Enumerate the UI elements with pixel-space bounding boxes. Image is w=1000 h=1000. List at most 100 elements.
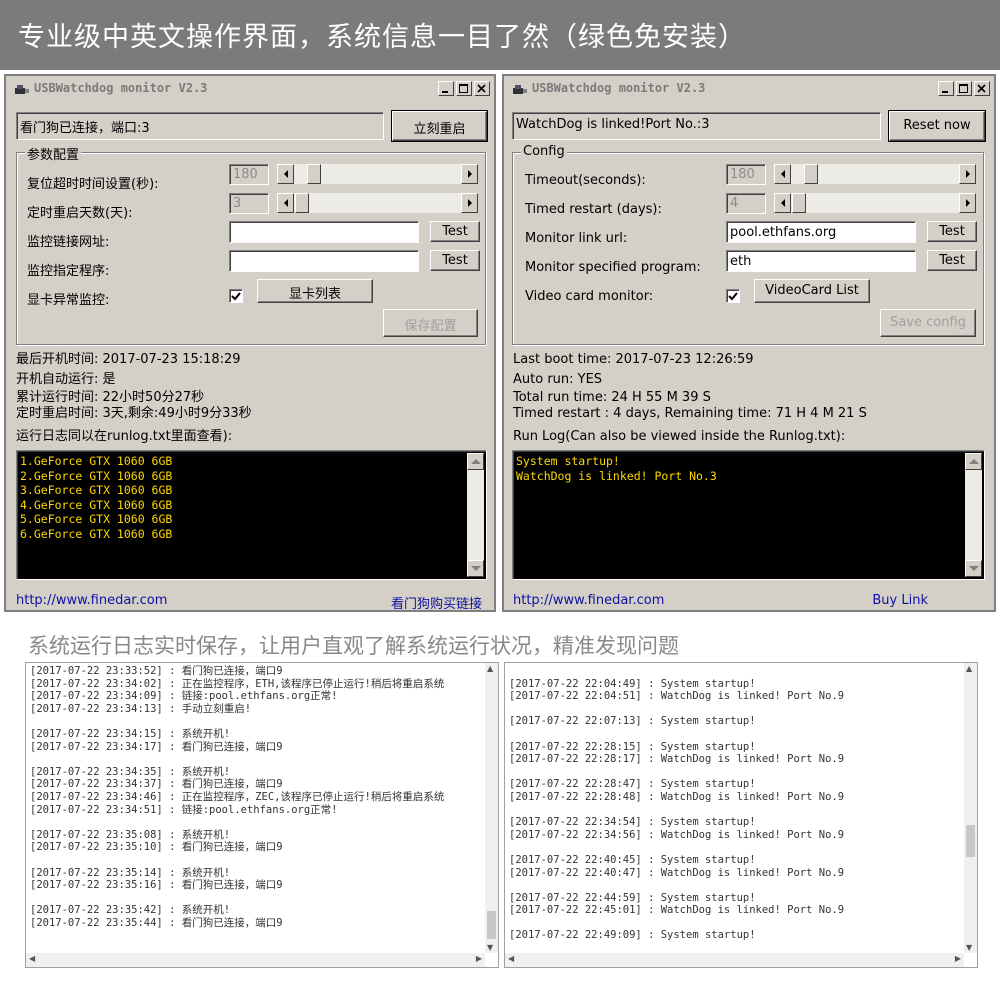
video-card-monitor-checkbox[interactable] — [229, 289, 243, 303]
run-log-console[interactable]: System startup! WatchDog is linked! Port … — [512, 450, 985, 580]
log-scrollbar[interactable]: ▲ ▼ — [964, 663, 977, 953]
log-file-view-english[interactable]: [2017-07-22 22:04:49] : System startup![… — [504, 662, 978, 968]
slider-left-arrow[interactable] — [277, 193, 294, 213]
console-scrollbar[interactable] — [467, 453, 484, 577]
checkmark-icon — [231, 292, 241, 301]
minimize-button[interactable] — [938, 81, 954, 96]
video-card-monitor-checkbox[interactable] — [726, 289, 740, 303]
arrow-up-icon[interactable]: ▲ — [966, 664, 972, 673]
monitor-program-input[interactable] — [229, 250, 419, 272]
close-button[interactable] — [974, 81, 990, 96]
slider-thumb[interactable] — [804, 164, 818, 184]
monitor-program-input[interactable]: eth — [726, 250, 916, 272]
scroll-thumb[interactable] — [966, 825, 975, 857]
maximize-button[interactable] — [956, 81, 972, 96]
log-h-scrollbar[interactable]: ◀ ▶ — [26, 953, 485, 967]
log-line: [2017-07-22 22:04:51] : WatchDog is link… — [509, 690, 845, 703]
arrow-down-icon[interactable]: ▼ — [487, 943, 493, 952]
section-heading: 系统运行日志实时保存，让用户直观了解系统运行状况，精准发现问题 — [28, 634, 679, 658]
buy-link[interactable]: Buy Link — [872, 593, 928, 608]
save-config-button[interactable]: 保存配置 — [383, 309, 478, 337]
titlebar[interactable]: USBWatchdog monitor V2.3 — [506, 78, 992, 100]
log-line: [2017-07-22 22:28:15] : System startup! — [509, 740, 756, 753]
scroll-up-arrow[interactable] — [467, 453, 484, 470]
log-line: [2017-07-22 22:07:13] : System startup! — [509, 715, 756, 728]
slider-thumb[interactable] — [295, 193, 309, 213]
checkmark-icon — [728, 292, 738, 301]
restart-days-input[interactable]: 4 — [726, 193, 766, 214]
console-scrollbar[interactable] — [965, 453, 982, 577]
arrow-left-icon — [781, 199, 785, 207]
site-link[interactable]: http://www.finedar.com — [513, 593, 664, 608]
log-line: [2017-07-22 23:35:10] : 看门狗已连接，端口9 — [30, 841, 283, 854]
minimize-button[interactable] — [438, 81, 454, 96]
test-url-button[interactable]: Test — [430, 221, 480, 242]
minimize-icon — [942, 91, 948, 93]
save-config-button[interactable]: Save config — [880, 309, 976, 337]
test-url-button[interactable]: Test — [927, 221, 977, 242]
log-line: [2017-07-22 22:40:47] : WatchDog is link… — [509, 866, 845, 879]
run-log-console[interactable]: 1.GeForce GTX 1060 6GB 2.GeForce GTX 1060… — [16, 450, 487, 580]
arrow-right-icon — [468, 199, 472, 207]
reset-now-button[interactable]: 立刻重启 — [391, 110, 488, 142]
log-line: [2017-07-22 23:34:09] : 链接:pool.ethfans.… — [30, 690, 338, 703]
slider-left-arrow[interactable] — [774, 164, 791, 184]
log-line: [2017-07-22 23:34:51] : 链接:pool.ethfans.… — [30, 803, 338, 816]
log-line: WatchDog is linked! Port No.3 — [516, 468, 717, 483]
close-icon — [977, 84, 986, 93]
timeout-input[interactable]: 180 — [229, 164, 269, 185]
maximize-button[interactable] — [456, 81, 472, 96]
timed-restart-info: Timed restart : 4 days, Remaining time: … — [513, 406, 867, 421]
test-program-button[interactable]: Test — [430, 250, 480, 271]
scroll-thumb[interactable] — [487, 911, 496, 939]
log-h-scrollbar[interactable]: ◀ ▶ — [505, 953, 964, 967]
scroll-up-arrow[interactable] — [965, 453, 982, 470]
slider-left-arrow[interactable] — [774, 193, 791, 213]
log-line: [2017-07-22 22:40:45] : System startup! — [509, 853, 756, 866]
arrow-left-icon[interactable]: ◀ — [29, 954, 35, 963]
slider-right-arrow[interactable] — [959, 164, 976, 184]
restart-days-input[interactable]: 3 — [229, 193, 269, 214]
arrow-left-icon[interactable]: ◀ — [508, 954, 514, 963]
console-lines: System startup! WatchDog is linked! Port … — [516, 454, 717, 483]
scroll-down-arrow[interactable] — [965, 560, 982, 577]
arrow-right-icon[interactable]: ▶ — [955, 954, 961, 963]
log-file-view-chinese[interactable]: [2017-07-22 23:33:52] : 看门狗已连接，端口9 [2017-… — [25, 662, 499, 968]
titlebar[interactable]: USBWatchdog monitor V2.3 — [8, 78, 492, 100]
monitor-url-input[interactable]: pool.ethfans.org — [726, 221, 916, 243]
slider-right-arrow[interactable] — [959, 193, 976, 213]
auto-run: 开机自动运行: 是 — [16, 372, 116, 387]
slider-right-arrow[interactable] — [461, 164, 478, 184]
test-program-button[interactable]: Test — [927, 250, 977, 271]
close-button[interactable] — [474, 81, 490, 96]
restart-days-slider[interactable] — [773, 192, 977, 214]
arrow-right-icon[interactable]: ▶ — [476, 954, 482, 963]
arrow-down-icon[interactable]: ▼ — [966, 943, 972, 952]
buy-link[interactable]: 看门狗购买链接 — [391, 593, 482, 612]
log-line: [2017-07-22 23:34:15] : 系统开机! — [30, 727, 231, 740]
timeout-input[interactable]: 180 — [726, 164, 766, 185]
monitor-url-input[interactable] — [229, 221, 419, 243]
log-line: [2017-07-22 22:28:17] : WatchDog is link… — [509, 753, 845, 766]
arrow-up-icon[interactable]: ▲ — [487, 664, 493, 673]
log-scrollbar[interactable]: ▲ ▼ — [485, 663, 498, 953]
timeout-slider[interactable] — [276, 163, 479, 185]
scroll-down-arrow[interactable] — [467, 560, 484, 577]
slider-thumb[interactable] — [307, 164, 321, 184]
total-run-time: 累计运行时间: 22小时50分27秒 — [16, 390, 205, 405]
maximize-icon — [959, 84, 968, 93]
log-line: [2017-07-22 23:35:16] : 看门狗已连接，端口9 — [30, 879, 283, 892]
reset-now-button[interactable]: Reset now — [888, 110, 986, 142]
slider-thumb[interactable] — [792, 193, 806, 213]
restart-days-slider[interactable] — [276, 192, 479, 214]
log-line: [2017-07-22 23:35:14] : 系统开机! — [30, 866, 231, 879]
slider-right-arrow[interactable] — [461, 193, 478, 213]
video-card-list-button[interactable]: VideoCard List — [754, 279, 870, 303]
video-card-list-button[interactable]: 显卡列表 — [257, 279, 373, 303]
site-link[interactable]: http://www.finedar.com — [16, 593, 167, 608]
timeout-slider[interactable] — [773, 163, 977, 185]
slider-left-arrow[interactable] — [277, 164, 294, 184]
